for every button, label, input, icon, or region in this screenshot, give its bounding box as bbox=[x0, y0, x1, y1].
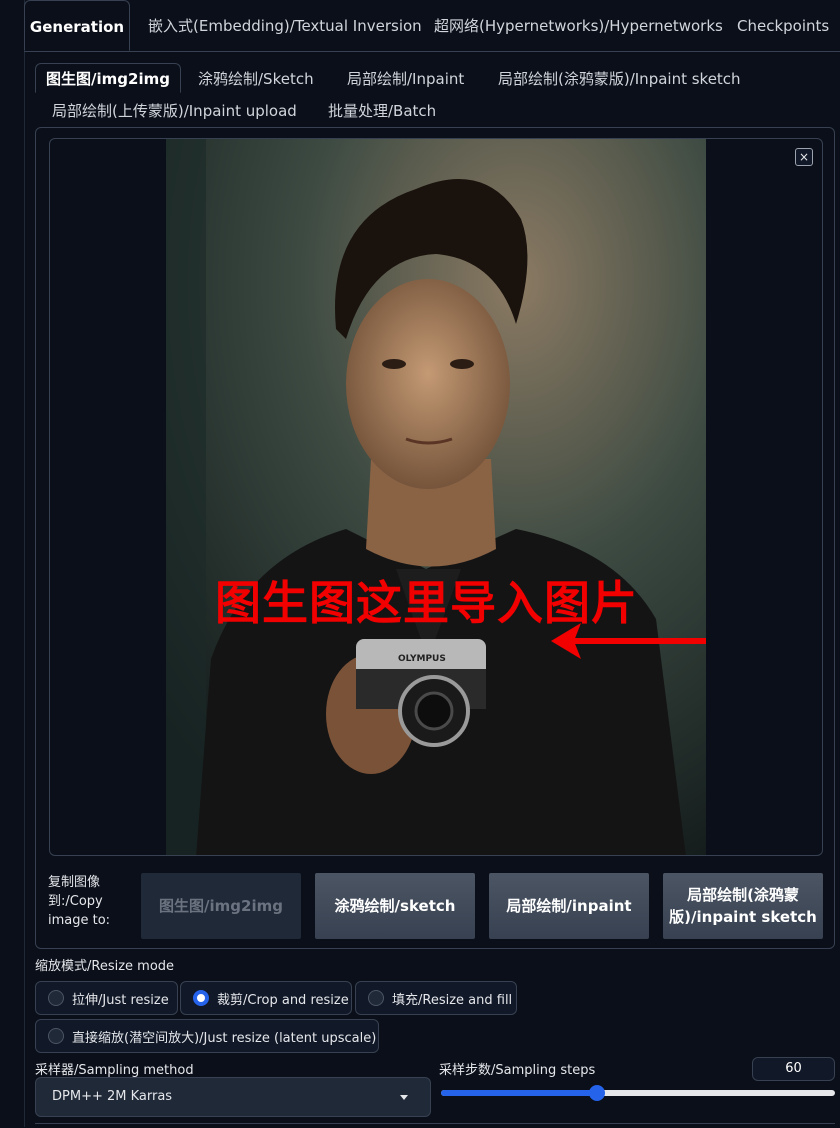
copy-to-inpaint-button[interactable]: 局部绘制/inpaint bbox=[489, 873, 649, 939]
chevron-down-icon bbox=[400, 1095, 408, 1100]
copy-to-img2img-button[interactable]: 图生图/img2img bbox=[141, 873, 301, 939]
sampling-steps-slider[interactable] bbox=[441, 1085, 835, 1101]
radio-selected-icon bbox=[193, 990, 209, 1006]
radio-label: 裁剪/Crop and resize bbox=[217, 992, 349, 1008]
radio-circle-icon bbox=[48, 990, 64, 1006]
next-panel-edge bbox=[35, 1123, 835, 1128]
sampling-method-dropdown[interactable]: DPM++ 2M Karras bbox=[35, 1077, 431, 1117]
sampling-method-value: DPM++ 2M Karras bbox=[52, 1089, 173, 1104]
sub-tab-sketch[interactable]: 涂鸦绘制/Sketch bbox=[198, 64, 314, 94]
copy-to-sketch-button[interactable]: 涂鸦绘制/sketch bbox=[315, 873, 475, 939]
radio-crop-and-resize[interactable]: 裁剪/Crop and resize bbox=[180, 981, 352, 1015]
sub-tab-inpaint-upload[interactable]: 局部绘制(上传蒙版)/Inpaint upload bbox=[52, 96, 297, 126]
sampling-steps-label: 采样步数/Sampling steps bbox=[439, 1063, 596, 1078]
sub-tab-batch[interactable]: 批量处理/Batch bbox=[328, 96, 436, 126]
sub-tab-inpaint[interactable]: 局部绘制/Inpaint bbox=[347, 64, 464, 94]
close-icon[interactable]: × bbox=[795, 148, 813, 166]
radio-label: 直接缩放(潜空间放大)/Just resize (latent upscale) bbox=[72, 1030, 377, 1046]
slider-thumb[interactable] bbox=[589, 1085, 605, 1101]
top-tab-bar: Generation 嵌入式(Embedding)/Textual Invers… bbox=[24, 0, 840, 52]
image-upload-area[interactable]: OLYMPUS 图生图这里导入图片 × bbox=[49, 138, 823, 856]
annotation-overlay-text: 图生图这里导入图片 bbox=[215, 576, 638, 630]
copy-image-label: 复制图像到:/Copy image to: bbox=[48, 875, 111, 928]
radio-latent-upscale[interactable]: 直接缩放(潜空间放大)/Just resize (latent upscale) bbox=[35, 1019, 379, 1053]
radio-label: 填充/Resize and fill bbox=[392, 992, 513, 1008]
radio-just-resize[interactable]: 拉伸/Just resize bbox=[35, 981, 178, 1015]
tab-checkpoints[interactable]: Checkpoints bbox=[737, 0, 829, 51]
tab-generation[interactable]: Generation bbox=[24, 0, 130, 51]
tab-embedding[interactable]: 嵌入式(Embedding)/Textual Inversion bbox=[148, 0, 422, 51]
resize-mode-label: 缩放模式/Resize mode bbox=[35, 959, 175, 974]
copy-to-inpaint-sketch-button[interactable]: 局部绘制(涂鸦蒙版)/inpaint sketch bbox=[663, 873, 823, 939]
uploaded-photo: OLYMPUS bbox=[166, 139, 706, 855]
sub-tab-inpaint-sketch[interactable]: 局部绘制(涂鸦蒙版)/Inpaint sketch bbox=[498, 64, 741, 94]
radio-circle-icon bbox=[48, 1028, 64, 1044]
radio-circle-icon bbox=[368, 990, 384, 1006]
camera-brand-text: OLYMPUS bbox=[398, 654, 446, 664]
radio-resize-and-fill[interactable]: 填充/Resize and fill bbox=[355, 981, 517, 1015]
sampling-method-label: 采样器/Sampling method bbox=[35, 1063, 194, 1078]
sampling-steps-input[interactable]: 60 bbox=[752, 1057, 835, 1081]
sub-tab-img2img[interactable]: 图生图/img2img bbox=[35, 63, 181, 93]
radio-label: 拉伸/Just resize bbox=[72, 992, 169, 1008]
tab-hypernetworks[interactable]: 超网络(Hypernetworks)/Hypernetworks bbox=[434, 0, 723, 51]
left-rail bbox=[0, 0, 25, 1127]
slider-fill bbox=[441, 1090, 597, 1096]
